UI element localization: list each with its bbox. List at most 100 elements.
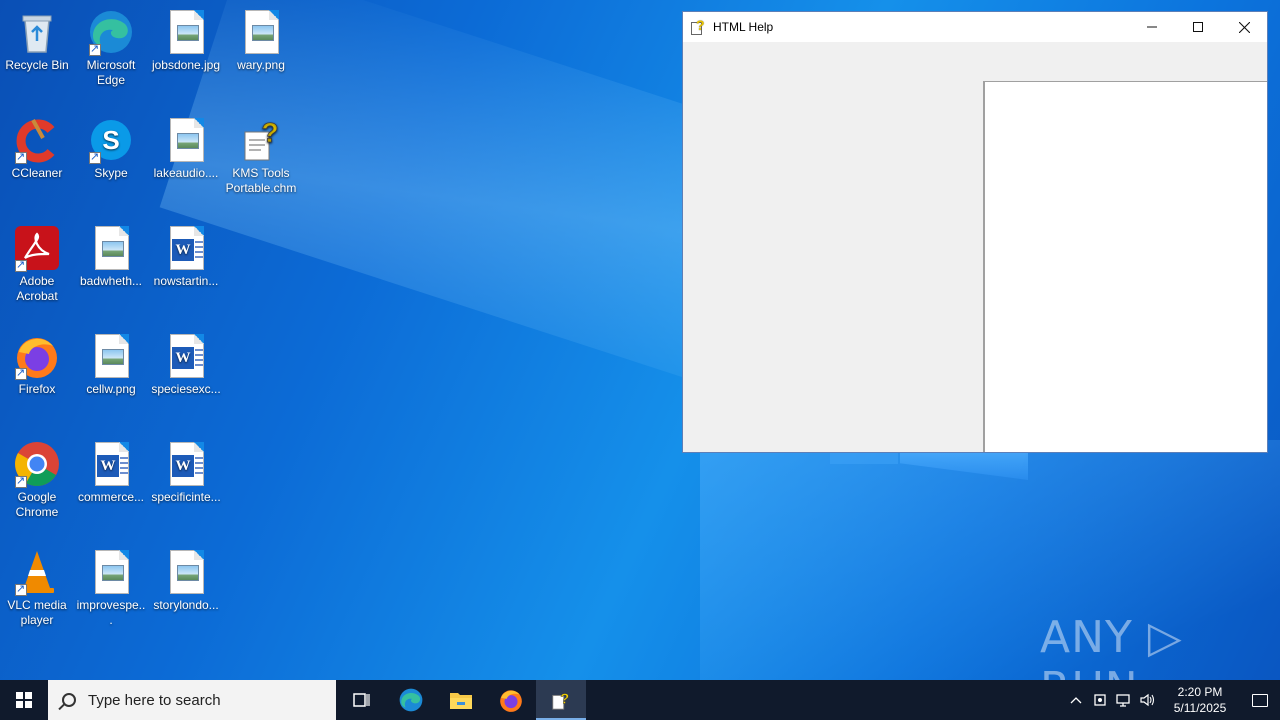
- shortcut-arrow-icon: [15, 366, 27, 381]
- desktop-icon-file[interactable]: W nowstartin...: [148, 224, 224, 289]
- desktop-icon-label: speciesexc...: [151, 382, 221, 396]
- search-icon: [62, 693, 76, 707]
- desktop-icon-file[interactable]: jobsdone.jpg: [148, 8, 224, 73]
- recycle-bin-icon: [13, 8, 61, 56]
- desktop-icon-adobe-acrobat[interactable]: Adobe Acrobat: [0, 224, 75, 304]
- desktop-icon-file[interactable]: lakeaudio....: [148, 116, 224, 181]
- taskbar-firefox-button[interactable]: [486, 680, 536, 720]
- taskbar-search-box[interactable]: Type here to search: [48, 680, 336, 720]
- desktop-icon-file[interactable]: wary.png: [223, 8, 299, 73]
- desktop-icon-firefox[interactable]: Firefox: [0, 332, 75, 397]
- desktop-icon-label: Recycle Bin: [5, 58, 69, 72]
- desktop-icon-vlc[interactable]: VLC media player: [0, 548, 75, 628]
- desktop-icon-chm-file[interactable]: ? KMS Tools Portable.chm: [223, 116, 299, 196]
- edge-icon: [399, 688, 423, 712]
- desktop-icon-label: specificinte...: [151, 490, 221, 504]
- taskbar-html-help-button[interactable]: ?: [536, 680, 586, 720]
- help-toolbar: [683, 42, 1267, 82]
- shortcut-arrow-icon: [89, 150, 101, 165]
- window-titlebar[interactable]: ? HTML Help: [683, 12, 1267, 42]
- maximize-icon: [1193, 22, 1203, 32]
- desktop-icon-label: Skype: [94, 166, 128, 180]
- desktop-icon-label: nowstartin...: [153, 274, 219, 288]
- desktop-icon-label: storylondo...: [153, 598, 219, 612]
- google-chrome-icon: [13, 440, 61, 489]
- taskbar-file-explorer-button[interactable]: [436, 680, 486, 720]
- window-title: HTML Help: [713, 20, 774, 34]
- wallpaper-logo-pane: [900, 452, 1028, 480]
- desktop-icon-file[interactable]: badwheth...: [73, 224, 149, 289]
- wallpaper-logo-pane: [830, 452, 898, 464]
- taskbar: Type here to search ? 2:20 PM 5/11/2025: [0, 680, 1280, 720]
- desktop-icon-recycle-bin[interactable]: Recycle Bin: [0, 8, 75, 73]
- clock-time: 2:20 PM: [1177, 685, 1223, 699]
- notification-icon: [1252, 693, 1268, 707]
- image-file-icon: [162, 8, 210, 56]
- desktop-icon-label: CCleaner: [11, 166, 63, 180]
- close-button[interactable]: [1221, 12, 1267, 42]
- desktop-icon-label: VLC media player: [7, 598, 67, 627]
- chevron-up-icon: [1070, 697, 1082, 704]
- word-document-icon: W: [87, 440, 135, 488]
- desktop-icon-label: KMS Tools Portable.chm: [225, 166, 297, 195]
- help-icon: ?: [691, 17, 707, 35]
- word-document-icon: W: [162, 332, 210, 380]
- desktop-icon-label: Google Chrome: [15, 490, 59, 519]
- desktop-icon-label: commerce...: [77, 490, 144, 504]
- svg-text:?: ?: [261, 117, 278, 148]
- image-file-icon: [87, 224, 135, 272]
- desktop-icon-file[interactable]: W speciesexc...: [148, 332, 224, 397]
- navigation-pane[interactable]: [683, 82, 983, 452]
- svg-text:S: S: [102, 125, 119, 155]
- desktop-icon-label: cellw.png: [86, 382, 136, 396]
- image-file-icon: [162, 116, 210, 164]
- image-file-icon: [87, 332, 135, 380]
- help-icon: ?: [552, 691, 569, 710]
- shortcut-arrow-icon: [15, 150, 27, 165]
- ccleaner-icon: [13, 116, 61, 165]
- speaker-icon: [1140, 693, 1155, 707]
- word-document-icon: W: [162, 224, 210, 272]
- action-center-button[interactable]: [1240, 680, 1280, 720]
- minimize-button[interactable]: [1129, 12, 1175, 42]
- firefox-icon: [500, 690, 522, 712]
- taskbar-clock[interactable]: 2:20 PM 5/11/2025: [1160, 684, 1240, 716]
- task-view-icon: [353, 693, 370, 707]
- show-hidden-icons-button[interactable]: [1064, 680, 1088, 720]
- shortcut-arrow-icon: [15, 474, 27, 489]
- volume-button[interactable]: [1136, 680, 1160, 720]
- clock-date: 5/11/2025: [1173, 701, 1227, 715]
- taskbar-edge-button[interactable]: [386, 680, 436, 720]
- desktop-icon-label: Microsoft Edge: [86, 58, 136, 87]
- firefox-icon: [13, 332, 61, 381]
- desktop-icon-file[interactable]: storylondo...: [148, 548, 224, 613]
- desktop-icon-ccleaner[interactable]: CCleaner: [0, 116, 75, 181]
- desktop-icon-file[interactable]: improvespe...: [73, 548, 149, 628]
- adobe-acrobat-icon: [13, 224, 61, 273]
- tray-device-button[interactable]: [1088, 680, 1112, 720]
- network-icon: [1116, 694, 1130, 707]
- desktop-icon-microsoft-edge[interactable]: Microsoft Edge: [73, 8, 149, 88]
- system-tray: 2:20 PM 5/11/2025: [1064, 680, 1280, 720]
- search-placeholder: Type here to search: [88, 691, 221, 709]
- network-button[interactable]: [1112, 680, 1136, 720]
- maximize-button[interactable]: [1175, 12, 1221, 42]
- image-file-icon: [162, 548, 210, 596]
- task-view-button[interactable]: [336, 680, 386, 720]
- desktop-icon-label: wary.png: [237, 58, 285, 72]
- minimize-icon: [1147, 26, 1157, 28]
- start-button[interactable]: [0, 680, 48, 720]
- html-help-window[interactable]: ? HTML Help: [682, 11, 1268, 453]
- desktop-icon-label: Adobe Acrobat: [16, 274, 58, 303]
- desktop-icon-file[interactable]: W specificinte...: [148, 440, 224, 505]
- desktop-icon-skype[interactable]: S Skype: [73, 116, 149, 181]
- desktop-icon-file[interactable]: W commerce...: [73, 440, 149, 505]
- shortcut-arrow-icon: [15, 258, 27, 273]
- desktop-icon-file[interactable]: cellw.png: [73, 332, 149, 397]
- folder-icon: [450, 693, 472, 709]
- content-pane[interactable]: [983, 81, 1267, 452]
- desktop-icon-label: jobsdone.jpg: [151, 58, 221, 72]
- svg-text:?: ?: [560, 692, 569, 708]
- edge-icon: [87, 8, 135, 57]
- desktop-icon-google-chrome[interactable]: Google Chrome: [0, 440, 75, 520]
